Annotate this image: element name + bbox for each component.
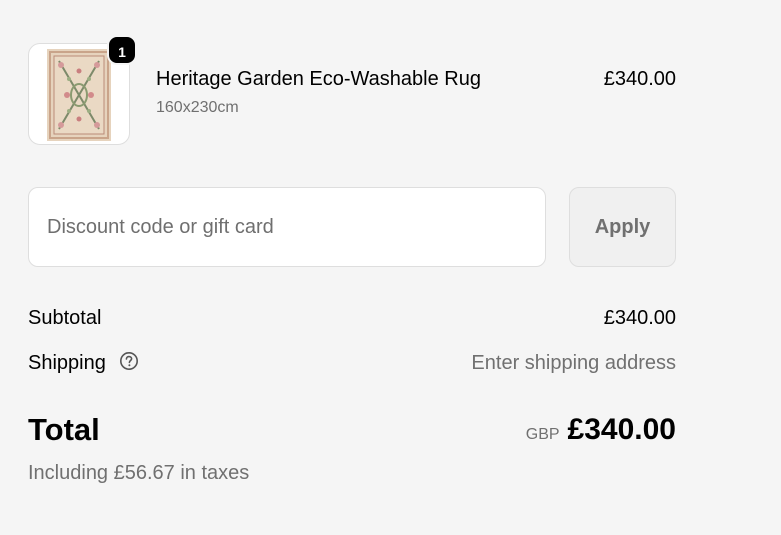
line-item: 1 Heritage Garden Eco-Washable Rug 160x2… (28, 35, 676, 147)
quantity-badge: 1 (107, 35, 137, 65)
currency-code: GBP (525, 426, 560, 443)
subtotal-label: Subtotal (28, 307, 102, 329)
total-value: £340.00 (567, 413, 676, 446)
subtotal-value: £340.00 (603, 307, 676, 329)
product-name: Heritage Garden Eco-Washable Rug (156, 68, 481, 90)
total-label: Total (28, 412, 100, 447)
shipping-label-group: Shipping (28, 351, 139, 377)
total-row: Total GBP £340.00 (28, 411, 676, 451)
question-circle-icon[interactable] (119, 351, 139, 377)
discount-code-input[interactable] (28, 187, 546, 267)
total-price-group: GBP £340.00 (526, 411, 676, 454)
rug-image-icon (47, 49, 111, 141)
shipping-value: Enter shipping address (471, 352, 676, 374)
product-price: £340.00 (603, 68, 676, 90)
tax-note: Including £56.67 in taxes (28, 462, 250, 484)
product-variant: 160x230cm (156, 99, 239, 116)
shipping-label: Shipping (28, 352, 106, 374)
apply-discount-button[interactable]: Apply (569, 187, 676, 267)
